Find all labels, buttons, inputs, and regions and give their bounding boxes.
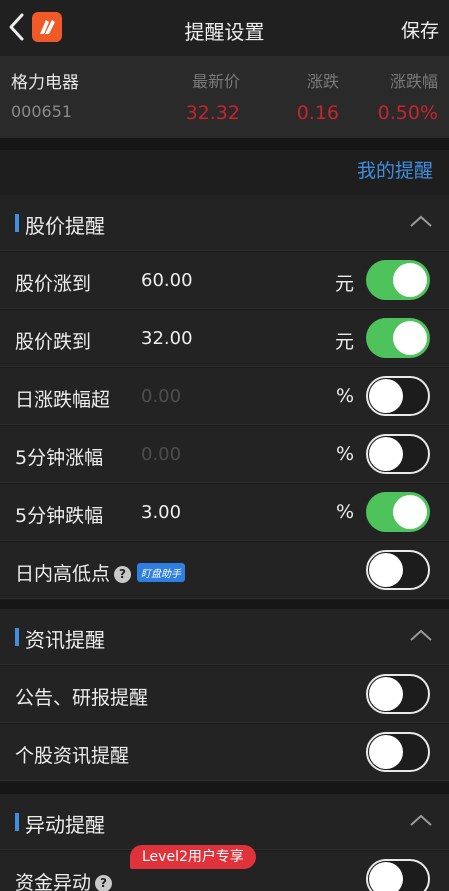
help-question-icon[interactable]: ? [95,875,113,891]
section-header-anomaly[interactable]: 异动提醒 [0,794,449,850]
divider [0,138,449,150]
stock-news-row: 个股资讯提醒 [0,724,449,781]
five-min-rise-input[interactable]: 0.00 [141,444,181,465]
daily-change-toggle[interactable] [366,376,430,416]
row-label: 股价涨到 [15,273,92,295]
five-min-fall-row: 5分钟跌幅 3.00 % [0,484,449,541]
pct-column: 涨跌幅 0.50% [378,68,438,124]
change-column: 涨跌 0.16 [297,68,339,124]
row-label: 资金异动 [15,872,92,891]
announcement-row: 公告、研报提醒 [0,666,449,723]
save-button[interactable]: 保存 [401,16,439,43]
my-reminders-link[interactable]: 我的提醒 [357,156,433,183]
page-title: 提醒设置 [184,20,265,44]
pct-value: 0.50% [377,102,438,124]
row-label: 个股资讯提醒 [15,745,130,767]
five-min-fall-toggle[interactable] [366,492,430,532]
price-rise-toggle[interactable] [366,260,430,300]
section-accent-bar [15,813,19,831]
stock-quote-header: 格力电器 000651 最新价 32.32 涨跌 0.16 涨跌幅 0.50% [0,56,449,138]
pct-label: 涨跌幅 [389,72,438,91]
section-accent-bar [15,214,19,232]
price-label: 最新价 [191,72,240,91]
row-label: 公告、研报提醒 [15,687,149,709]
section-title: 异动提醒 [25,813,105,837]
five-min-rise-toggle[interactable] [366,434,430,474]
toggle-knob [369,677,403,711]
five-min-rise-row: 5分钟涨幅 0.00 % [0,426,449,483]
row-label: 日内高低点 [15,563,111,585]
intraday-high-low-toggle[interactable] [366,550,430,590]
row-label: 日涨跌幅超 [15,389,111,411]
row-label: 5分钟涨幅 [15,447,104,469]
divider [0,782,449,794]
toggle-knob [393,321,427,355]
row-label: 股价跌到 [15,331,92,353]
row-label-wrap: 资金异动? [15,868,113,891]
watch-assistant-badge: 盯盘助手 [137,563,186,582]
section-title: 股价提醒 [25,214,105,238]
chevron-up-icon[interactable] [409,213,433,229]
stock-news-toggle[interactable] [366,732,430,772]
stock-name: 格力电器 [11,73,79,93]
toggle-knob [369,437,403,471]
level2-badge: Level2用户专享 [130,845,256,869]
unit-label: 元 [334,331,354,353]
section-title: 资讯提醒 [25,628,105,652]
row-label-wrap: 日内高低点? 盯盘助手 [15,559,186,586]
five-min-fall-input[interactable]: 3.00 [141,502,181,523]
price-value: 32.32 [185,102,240,124]
unit-label: % [335,443,354,465]
unit-label: % [335,501,354,523]
chevron-up-icon[interactable] [409,627,433,643]
help-question-icon[interactable]: ? [114,566,132,583]
price-rise-input[interactable]: 60.00 [141,270,193,291]
intraday-high-low-row: 日内高低点? 盯盘助手 [0,542,449,599]
price-fall-row: 股价跌到 32.00 元 [0,310,449,367]
my-reminders-row: 我的提醒 [0,150,449,195]
price-fall-toggle[interactable] [366,318,430,358]
toggle-knob [369,553,403,587]
price-rise-row: 股价涨到 60.00 元 [0,252,449,309]
stock-code: 000651 [11,102,73,121]
daily-change-row: 日涨跌幅超 0.00 % [0,368,449,425]
nav-bar: 提醒设置 保存 [0,0,449,56]
section-header-price[interactable]: 股价提醒 [0,195,449,251]
section-header-news[interactable]: 资讯提醒 [0,609,449,665]
price-fall-input[interactable]: 32.00 [141,328,193,349]
toggle-knob [393,263,427,297]
toggle-knob [369,379,403,413]
change-label: 涨跌 [306,72,339,91]
chevron-up-icon[interactable] [409,812,433,828]
change-value: 0.16 [296,102,339,124]
unit-label: 元 [334,273,354,295]
section-accent-bar [15,628,19,646]
row-label: 5分钟跌幅 [15,505,104,527]
announcement-toggle[interactable] [366,674,430,714]
unit-label: % [335,385,354,407]
toggle-knob [393,495,427,529]
fund-anomaly-toggle[interactable] [366,859,430,891]
toggle-knob [369,862,403,891]
fund-anomaly-row: 资金异动? Level2用户专享 [0,845,449,891]
daily-change-input[interactable]: 0.00 [141,386,181,407]
price-column: 最新价 32.32 [186,68,240,124]
toggle-knob [369,735,403,769]
